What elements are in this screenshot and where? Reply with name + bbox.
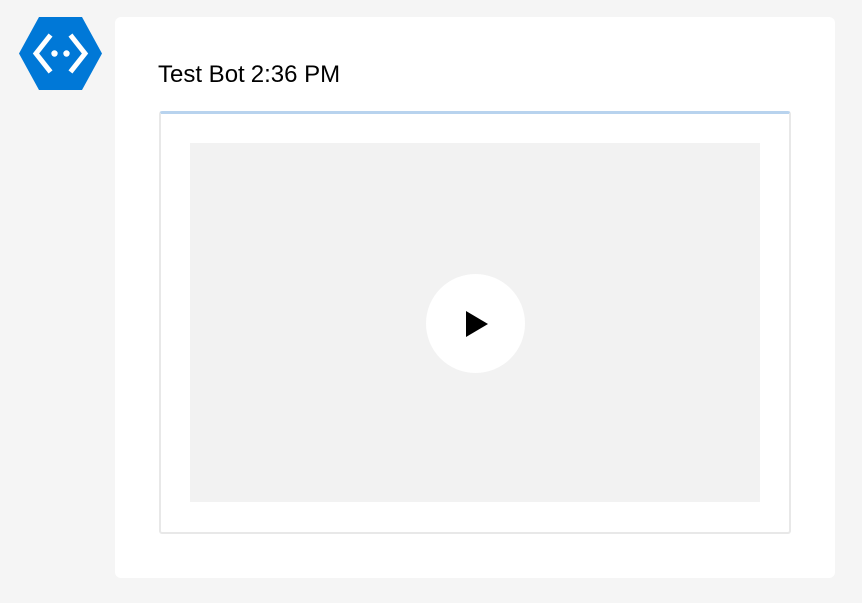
- sender-name: Test Bot: [158, 61, 245, 88]
- video-player[interactable]: [190, 143, 760, 502]
- bot-avatar: [19, 17, 102, 90]
- message-bubble: Test Bot 2:36 PM: [115, 17, 835, 578]
- message-timestamp: 2:36 PM: [250, 61, 341, 88]
- video-card: [159, 111, 791, 534]
- play-icon: [466, 311, 488, 337]
- bot-service-icon: [19, 17, 102, 90]
- message-header: Test Bot 2:36 PM: [158, 60, 340, 90]
- play-button[interactable]: [426, 274, 525, 373]
